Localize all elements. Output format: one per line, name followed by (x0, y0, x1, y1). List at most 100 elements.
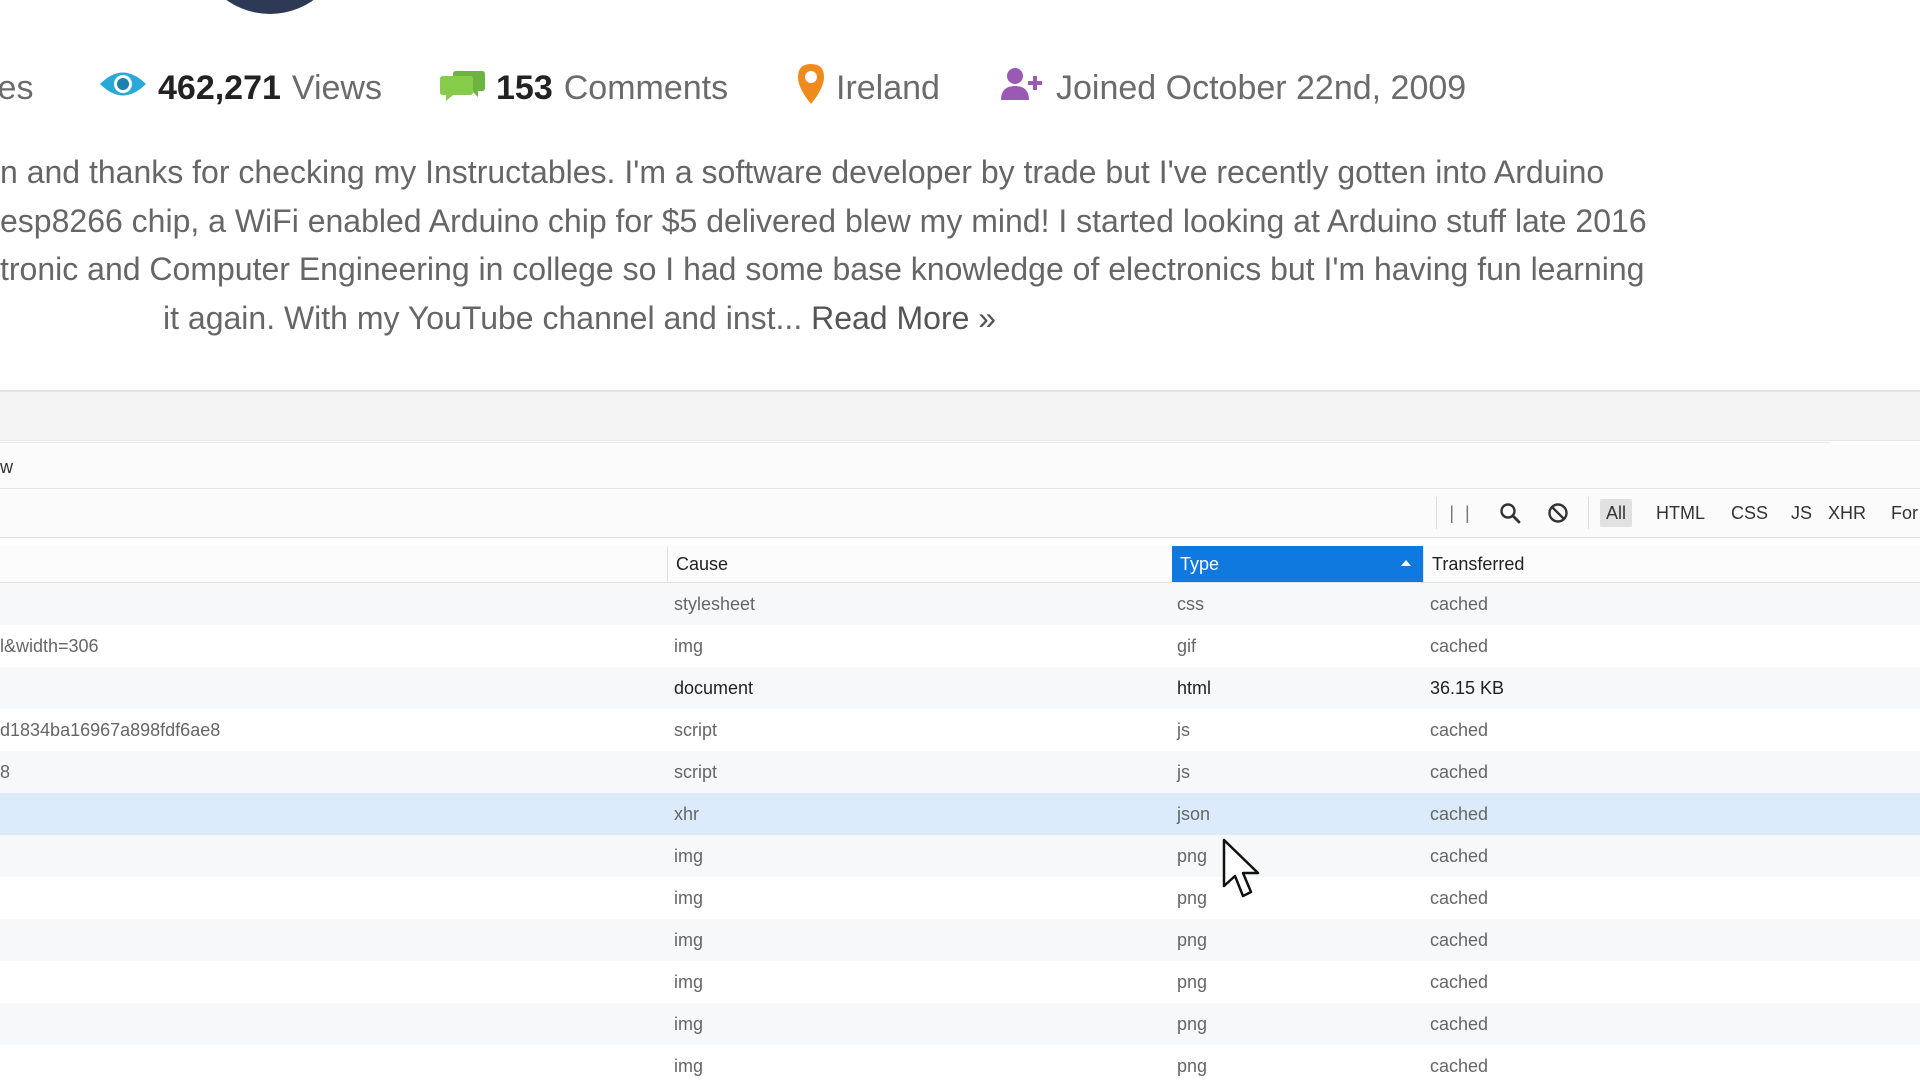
eye-icon (98, 67, 148, 110)
request-transferred-cell: cached (1430, 846, 1489, 866)
stat-articles-label: les (0, 68, 34, 107)
views-label: Views (291, 68, 382, 107)
request-type-cell: css (1177, 594, 1204, 614)
request-row[interactable]: l&width=306 img gif cached (0, 625, 1920, 667)
bio-line: tronic and Computer Engineering in colle… (0, 251, 1645, 287)
request-cause-cell: xhr (674, 804, 700, 824)
search-icon[interactable] (1496, 498, 1524, 528)
request-transferred-cell: cached (1430, 762, 1489, 782)
tab-network[interactable]: w (0, 457, 13, 478)
joined-text: Joined October 22nd, 2009 (1056, 68, 1467, 107)
request-transferred-cell: cached (1430, 1014, 1489, 1034)
read-more-link[interactable]: Read More » (811, 300, 996, 336)
clear-icon[interactable] (1544, 498, 1572, 528)
request-type-cell: js (1177, 720, 1190, 740)
stat-location: Ireland (796, 62, 940, 114)
request-cause-cell: document (674, 678, 754, 698)
filter-all[interactable]: All (1600, 499, 1633, 527)
divider (0, 442, 1830, 443)
request-cause-cell: img (674, 972, 704, 992)
filter-css[interactable]: CSS (1725, 499, 1774, 527)
request-transferred-cell: cached (1430, 1056, 1489, 1076)
column-type[interactable]: Type (1172, 546, 1423, 582)
request-cause-cell: img (674, 888, 704, 908)
request-row[interactable]: stylesheet css cached (0, 583, 1920, 625)
stat-articles: les (0, 62, 33, 114)
location-text: Ireland (836, 68, 940, 107)
request-table-header: Cause Type Transferred (0, 546, 1920, 583)
request-row[interactable]: img png cached (0, 835, 1920, 877)
views-count: 462,271 (158, 68, 281, 107)
bio-line: esp8266 chip, a WiFi enabled Arduino chi… (0, 203, 1647, 239)
profile-stats: les 462,271 Views 153 Comments (0, 62, 1920, 114)
request-row[interactable]: xhr json cached (0, 793, 1920, 835)
request-transferred-cell: cached (1430, 972, 1489, 992)
request-type-cell: png (1177, 930, 1208, 950)
devtools-panel: w | | All HTML CSS JS XHR For Cause Type… (0, 390, 1920, 1080)
bio-line-text: it again. With my YouTube channel and in… (163, 300, 803, 336)
speech-bubbles-icon (440, 65, 486, 112)
add-user-icon (1000, 66, 1046, 111)
sort-ascending-icon (1401, 560, 1411, 566)
request-type-cell: png (1177, 846, 1208, 866)
bio-line: n and thanks for checking my Instructabl… (0, 154, 1605, 190)
comments-count: 153 (496, 68, 553, 107)
request-transferred-cell: cached (1430, 888, 1489, 908)
avatar (195, 0, 345, 14)
request-row[interactable]: img png cached (0, 961, 1920, 1003)
filter-js[interactable]: JS (1785, 499, 1818, 527)
request-row[interactable]: img png cached (0, 1003, 1920, 1045)
stat-views: 462,271 Views (98, 62, 382, 114)
devtools-top-strip (0, 390, 1920, 441)
request-cause-cell: img (674, 930, 704, 950)
request-cause-cell: img (674, 1014, 704, 1034)
request-transferred-cell: 36.15 KB (1430, 678, 1505, 698)
request-cause-cell: img (674, 1056, 704, 1076)
network-toolbar: | | All HTML CSS JS XHR For (0, 489, 1920, 538)
comments-label: Comments (563, 68, 729, 107)
request-cause-cell: img (674, 846, 704, 866)
pause-button[interactable]: | | (1448, 498, 1474, 528)
stat-joined: Joined October 22nd, 2009 (1000, 62, 1466, 114)
request-transferred-cell: cached (1430, 636, 1489, 656)
request-cause-cell: script (674, 720, 718, 740)
devtools-tab-bar: w (0, 444, 1920, 489)
request-type-cell: png (1177, 1056, 1208, 1076)
request-transferred-cell: cached (1430, 930, 1489, 950)
request-file-cell: d1834ba16967a898fdf6ae8 (0, 720, 221, 740)
request-type-cell: png (1177, 972, 1208, 992)
request-type-cell: js (1177, 762, 1190, 782)
request-type-cell: gif (1177, 636, 1197, 656)
stat-comments: 153 Comments (440, 62, 728, 114)
filter-xhr[interactable]: XHR (1822, 499, 1872, 527)
request-transferred-cell: cached (1430, 804, 1489, 824)
column-cause-label: Cause (676, 553, 729, 574)
request-file-cell: l&width=306 (0, 636, 99, 656)
request-row[interactable]: img png cached (0, 1045, 1920, 1087)
column-cause[interactable]: Cause (667, 546, 1172, 582)
toolbar-divider (1436, 497, 1437, 529)
filter-html[interactable]: HTML (1650, 499, 1711, 527)
request-row[interactable]: img png cached (0, 919, 1920, 961)
request-cause-cell: script (674, 762, 718, 782)
column-type-label: Type (1180, 553, 1220, 574)
mouse-cursor-icon (1222, 838, 1260, 898)
bio-line-last: it again. With my YouTube channel and in… (163, 294, 996, 343)
request-cause-cell: stylesheet (674, 594, 756, 614)
toolbar-divider (1588, 497, 1589, 529)
column-transferred[interactable]: Transferred (1423, 546, 1920, 582)
request-file-cell: 8 (0, 762, 11, 782)
request-row[interactable]: document html 36.15 KB (0, 667, 1920, 709)
request-type-cell: html (1177, 678, 1212, 698)
request-cause-cell: img (674, 636, 704, 656)
request-row[interactable]: 8 script js cached (0, 751, 1920, 793)
filter-fonts[interactable]: For (1885, 499, 1920, 527)
request-type-cell: png (1177, 1014, 1208, 1034)
request-row[interactable]: d1834ba16967a898fdf6ae8 script js cached (0, 709, 1920, 751)
column-transferred-label: Transferred (1432, 553, 1525, 574)
map-pin-icon (796, 62, 826, 115)
request-type-cell: png (1177, 888, 1208, 908)
request-type-cell: json (1177, 804, 1211, 824)
request-row[interactable]: img png cached (0, 877, 1920, 919)
request-transferred-cell: cached (1430, 720, 1489, 740)
